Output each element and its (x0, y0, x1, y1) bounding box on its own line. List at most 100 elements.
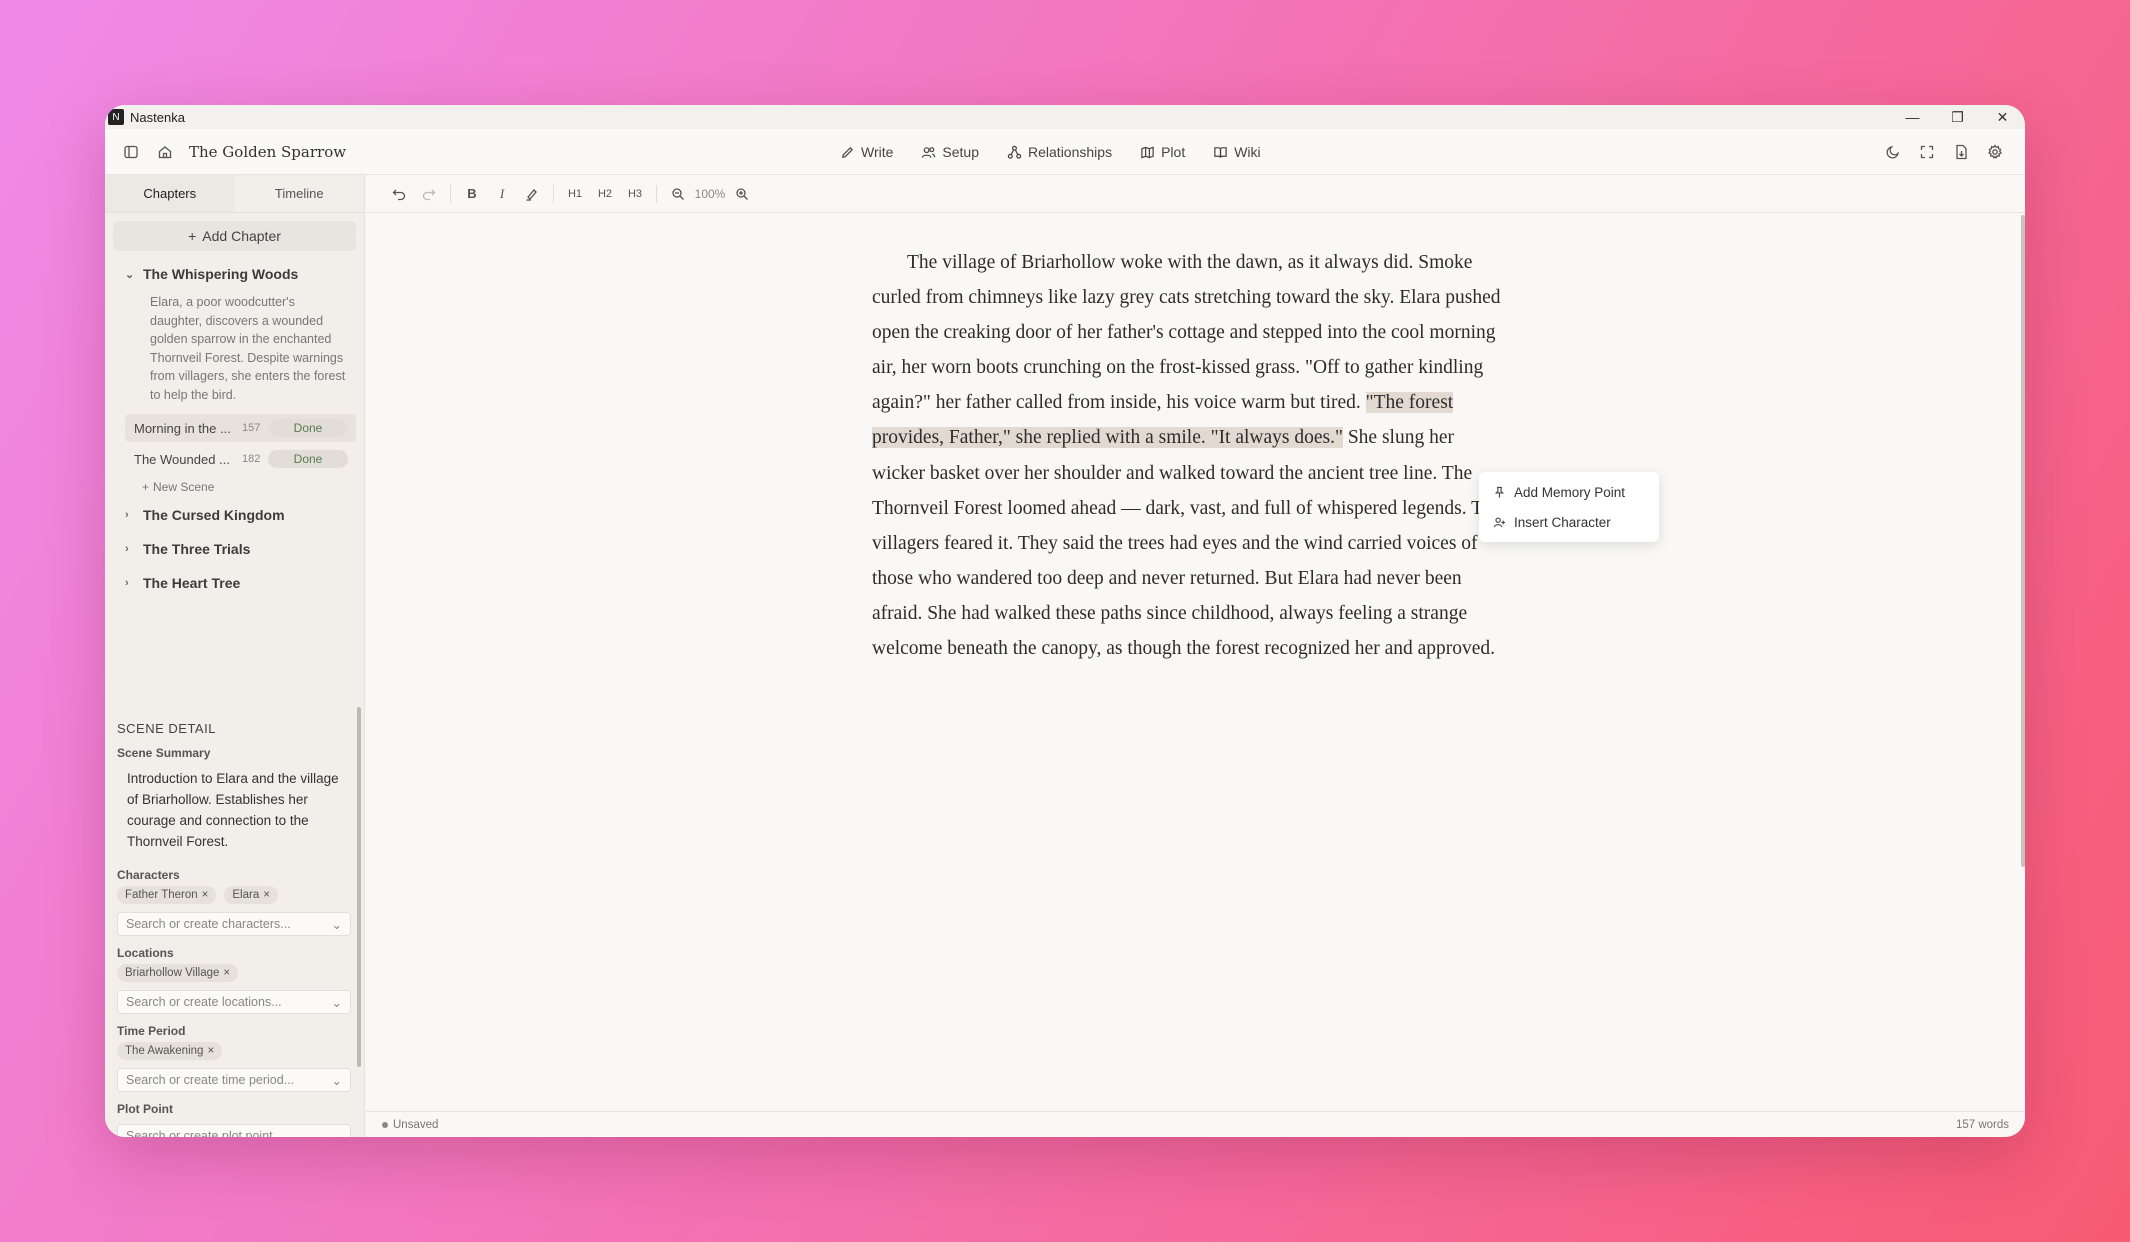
save-status: Unsaved (382, 1119, 438, 1131)
scene-summary-label: Scene Summary (117, 746, 211, 760)
chapter-item[interactable]: ⌄ The Whispering Woods (105, 257, 364, 291)
home-icon[interactable] (153, 140, 177, 164)
character-chip: Father Theron × (117, 886, 217, 904)
chapter-title: The Cursed Kingdom (143, 507, 285, 523)
sidebar: Chapters Timeline + Add Chapter ⌄ The Wh… (105, 175, 365, 1137)
tab-wiki[interactable]: Wiki (1213, 144, 1261, 160)
maximize-button[interactable]: ❐ (1935, 105, 1980, 129)
scene-item[interactable]: Morning in the ... 157 Done (125, 414, 356, 442)
settings-gear-icon[interactable] (1983, 140, 2007, 164)
insert-character-menu-item[interactable]: Insert Character (1485, 507, 1653, 537)
scene-word-count: 182 (242, 453, 261, 465)
paragraph: The village of Briarhollow woke with the… (872, 245, 1502, 666)
menu-item-label: Add Memory Point (1514, 484, 1626, 500)
tab-timeline[interactable]: Timeline (235, 175, 365, 212)
tab-wiki-label: Wiki (1234, 144, 1261, 160)
characters-label: Characters (117, 868, 180, 882)
chapter-item[interactable]: › The Cursed Kingdom (105, 498, 364, 532)
tab-setup-label: Setup (942, 144, 980, 160)
tab-write[interactable]: Write (840, 144, 893, 160)
zoom-out-icon[interactable] (663, 181, 693, 207)
combo-placeholder: Search or create locations... (126, 995, 282, 1009)
tab-plot[interactable]: Plot (1140, 144, 1185, 160)
users-icon (922, 146, 936, 158)
highlight-icon[interactable] (517, 181, 547, 207)
chevron-down-icon: ⌄ (331, 1073, 342, 1088)
time-period-label: Time Period (117, 1024, 186, 1038)
heading-3-button[interactable]: H3 (620, 181, 650, 207)
chevron-down-icon[interactable]: ⌄ (125, 268, 135, 281)
heading-1-button[interactable]: H1 (560, 181, 590, 207)
map-icon (1141, 145, 1154, 159)
bold-icon[interactable]: B (457, 181, 487, 207)
character-chip: Elara × (224, 886, 278, 904)
app-window: N Nastenka — ❐ ✕ The Golden Sparrow Writ… (105, 105, 2025, 1137)
italic-icon[interactable]: I (487, 181, 517, 207)
chapter-title: The Three Trials (143, 541, 251, 557)
close-button[interactable]: ✕ (1980, 105, 2025, 129)
toolbar-right-icons (1881, 129, 2007, 175)
chevron-down-icon: ⌄ (331, 995, 342, 1010)
chapter-item[interactable]: › The Three Trials (105, 532, 364, 566)
remove-icon[interactable]: × (202, 889, 209, 901)
undo-icon[interactable] (384, 181, 414, 207)
time-period-search-input[interactable]: Search or create time period... ⌄ (117, 1068, 351, 1092)
window-controls: — ❐ ✕ (1890, 105, 2025, 129)
editor-scrollbar[interactable] (2021, 215, 2025, 867)
export-icon[interactable] (1949, 140, 1973, 164)
chapter-title: The Whispering Woods (143, 266, 299, 282)
text-before-selection: The village of Briarhollow woke with the… (872, 252, 1501, 414)
zoom-in-icon[interactable] (727, 181, 757, 207)
add-chapter-label: Add Chapter (202, 228, 281, 244)
minimize-button[interactable]: — (1890, 105, 1935, 129)
detail-scrollbar[interactable] (357, 707, 361, 1067)
tab-chapters[interactable]: Chapters (105, 175, 235, 212)
tab-setup[interactable]: Setup (921, 144, 979, 160)
plot-point-label: Plot Point (117, 1102, 173, 1116)
status-badge[interactable]: Done (268, 419, 348, 437)
unsaved-dot-icon (382, 1121, 388, 1128)
add-memory-point-menu-item[interactable]: Add Memory Point (1485, 477, 1653, 507)
heading-2-button[interactable]: H2 (590, 181, 620, 207)
user-plus-icon (1493, 516, 1506, 527)
status-badge[interactable]: Done (268, 450, 348, 468)
word-count: 157 words (1955, 1118, 2009, 1131)
chip-label: Briarhollow Village (125, 967, 220, 979)
chip-label: Father Theron (125, 889, 198, 901)
plot-point-search-input[interactable]: Search or create plot point... ⌄ (117, 1124, 351, 1137)
manuscript-text[interactable]: The village of Briarhollow woke with the… (872, 245, 1502, 666)
toolbar-divider (656, 184, 657, 203)
tab-relationships[interactable]: Relationships (1007, 144, 1112, 160)
zoom-level: 100% (694, 186, 726, 201)
scene-word-count: 157 (242, 422, 261, 434)
locations-chips: Briarhollow Village × (117, 964, 351, 982)
location-chip: Briarhollow Village × (117, 964, 239, 982)
scene-summary-field[interactable]: Introduction to Elara and the village of… (117, 760, 351, 858)
chevron-right-icon[interactable]: › (125, 509, 135, 521)
remove-icon[interactable]: × (263, 889, 270, 901)
add-chapter-button[interactable]: + Add Chapter (113, 221, 356, 251)
redo-icon[interactable] (414, 181, 444, 207)
scene-name: Morning in the ... (134, 420, 231, 436)
chevron-right-icon[interactable]: › (125, 577, 135, 589)
remove-icon[interactable]: × (223, 967, 230, 979)
chevron-right-icon[interactable]: › (125, 543, 135, 555)
new-scene-button[interactable]: + New Scene (105, 476, 364, 498)
text-after-selection: She slung her wicker basket over her sho… (872, 427, 1502, 660)
toggle-sidebar-icon[interactable] (119, 140, 143, 164)
chapter-item[interactable]: › The Heart Tree (105, 566, 364, 600)
title-bar: N Nastenka — ❐ ✕ (105, 105, 2025, 129)
locations-search-input[interactable]: Search or create locations... ⌄ (117, 990, 351, 1014)
combo-placeholder: Search or create time period... (126, 1073, 295, 1087)
app-logo-icon: N (108, 109, 124, 125)
dark-mode-icon[interactable] (1881, 140, 1905, 164)
pen-icon (842, 146, 854, 158)
characters-search-input[interactable]: Search or create characters... ⌄ (117, 912, 351, 936)
scene-item[interactable]: The Wounded ... 182 Done (125, 445, 356, 473)
chevron-down-icon: ⌄ (331, 1129, 342, 1138)
remove-icon[interactable]: × (207, 1045, 214, 1057)
chip-label: Elara (232, 889, 260, 901)
fullscreen-icon[interactable] (1915, 140, 1939, 164)
pin-icon (1494, 486, 1505, 498)
menu-item-label: Insert Character (1514, 514, 1611, 530)
